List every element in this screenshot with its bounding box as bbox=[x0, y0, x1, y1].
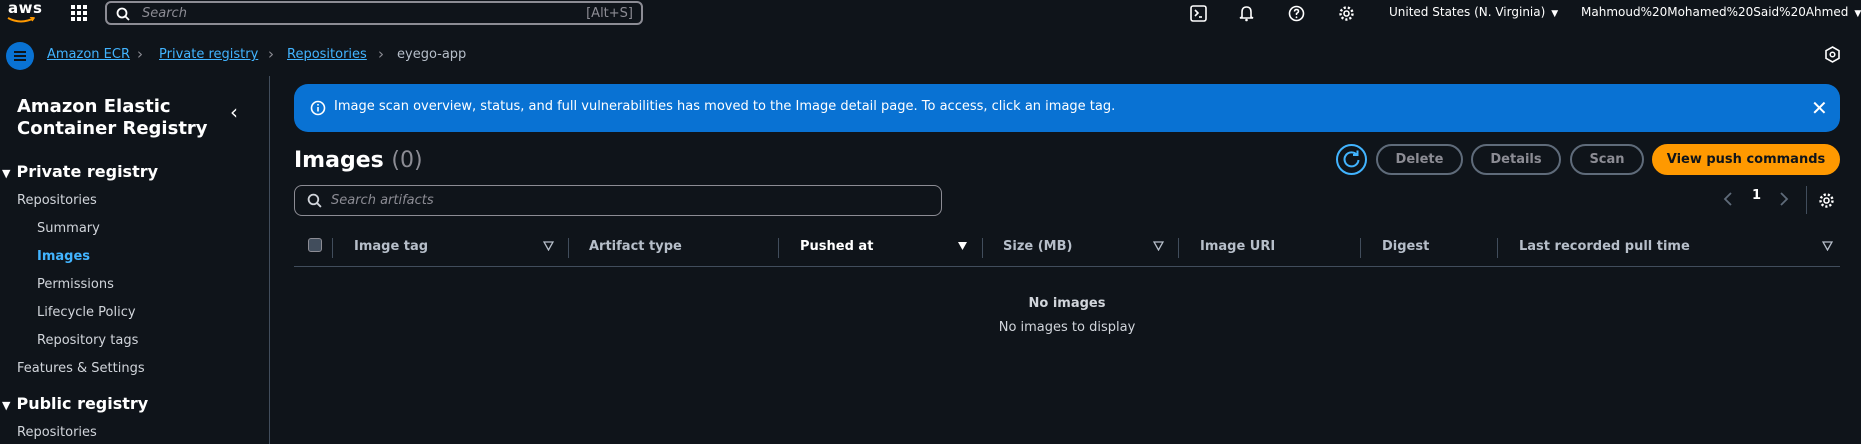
breadcrumb-repositories[interactable]: Repositories bbox=[287, 47, 367, 62]
region-label: United States (N. Virginia) bbox=[1389, 5, 1546, 19]
chevron-right-icon: › bbox=[137, 45, 143, 63]
service-title[interactable]: Amazon Elastic Container Registry bbox=[17, 96, 217, 140]
divider bbox=[1806, 186, 1807, 214]
sort-icon[interactable] bbox=[543, 241, 554, 251]
breadcrumb-amazon-ecr[interactable]: Amazon ECR bbox=[47, 47, 130, 62]
top-navigation: aws Search [Alt+S] United States (N. Vir… bbox=[0, 0, 1861, 27]
view-push-commands-button[interactable]: View push commands bbox=[1652, 144, 1840, 175]
bell-icon[interactable] bbox=[1238, 5, 1255, 22]
sidebar-item-repositories[interactable]: Repositories bbox=[17, 193, 97, 208]
info-icon bbox=[310, 100, 326, 116]
search-icon bbox=[116, 7, 130, 21]
sidebar-item-features-settings[interactable]: Features & Settings bbox=[17, 361, 145, 376]
refresh-button[interactable] bbox=[1336, 144, 1367, 175]
images-count: (0) bbox=[391, 148, 423, 173]
column-size[interactable]: Size (MB) bbox=[1003, 239, 1072, 254]
caret-down-icon: ▼ bbox=[1551, 9, 1559, 19]
global-search-input[interactable]: Search [Alt+S] bbox=[105, 1, 643, 25]
page-number[interactable]: 1 bbox=[1752, 188, 1761, 203]
sort-icon[interactable] bbox=[1153, 241, 1164, 251]
search-placeholder: Search bbox=[142, 6, 187, 21]
navigation-menu-button[interactable] bbox=[6, 42, 34, 70]
page-title: Images (0) bbox=[294, 148, 423, 173]
caret-down-icon: ▼ bbox=[1854, 9, 1861, 19]
aws-logo[interactable]: aws bbox=[4, 0, 42, 27]
empty-state-subtitle: No images to display bbox=[998, 320, 1136, 335]
sort-descending-icon[interactable] bbox=[957, 241, 968, 251]
section-public-registry[interactable]: ▼ Public registry bbox=[0, 394, 148, 413]
artifact-search-input[interactable]: Search artifacts bbox=[294, 185, 942, 216]
column-image-uri[interactable]: Image URI bbox=[1200, 239, 1275, 254]
breadcrumb-private-registry[interactable]: Private registry bbox=[159, 47, 258, 62]
breadcrumb-link[interactable]: Amazon ECR bbox=[47, 47, 130, 62]
chevron-right-icon: › bbox=[378, 45, 384, 63]
refresh-icon bbox=[1343, 150, 1360, 168]
images-table-header: Image tag Artifact type Pushed at Size (… bbox=[294, 230, 1840, 267]
settings-gear-icon[interactable] bbox=[1818, 192, 1835, 209]
search-placeholder: Search artifacts bbox=[331, 193, 434, 208]
sidebar-item-summary[interactable]: Summary bbox=[37, 221, 100, 236]
chevron-right-icon: › bbox=[268, 45, 274, 63]
caret-down-icon: ▼ bbox=[2, 167, 11, 180]
info-flash-banner: Image scan overview, status, and full vu… bbox=[294, 84, 1840, 132]
column-artifact-type[interactable]: Artifact type bbox=[589, 239, 682, 254]
sidebar-item-lifecycle-policy[interactable]: Lifecycle Policy bbox=[37, 305, 136, 320]
sidebar-item-images[interactable]: Images bbox=[37, 249, 90, 264]
chevron-left-icon[interactable] bbox=[1722, 191, 1734, 207]
breadcrumb-link[interactable]: Private registry bbox=[159, 47, 258, 62]
aws-logo-text: aws bbox=[8, 0, 43, 17]
column-image-tag[interactable]: Image tag bbox=[354, 239, 428, 254]
caret-down-icon: ▼ bbox=[2, 399, 11, 412]
gear-icon[interactable] bbox=[1338, 5, 1355, 22]
search-shortcut: [Alt+S] bbox=[586, 6, 633, 21]
select-all-checkbox[interactable] bbox=[308, 238, 322, 252]
flash-message: Image scan overview, status, and full vu… bbox=[334, 99, 1116, 114]
details-button[interactable]: Details bbox=[1471, 144, 1561, 175]
search-icon bbox=[307, 193, 322, 208]
breadcrumb-current: eyego-app bbox=[397, 47, 467, 62]
sidebar-item-public-repositories[interactable]: Repositories bbox=[17, 425, 97, 440]
section-label: Public registry bbox=[16, 394, 149, 413]
user-label: Mahmoud%20Mohamed%20Said%20Ahmed bbox=[1581, 5, 1849, 19]
column-last-pull-time[interactable]: Last recorded pull time bbox=[1519, 239, 1690, 254]
apps-grid-icon[interactable] bbox=[71, 5, 87, 21]
column-pushed-at[interactable]: Pushed at bbox=[800, 239, 873, 254]
scan-button[interactable]: Scan bbox=[1570, 144, 1644, 175]
sort-icon[interactable] bbox=[1822, 241, 1833, 251]
section-label: Private registry bbox=[16, 162, 159, 181]
chevron-right-icon[interactable] bbox=[1778, 191, 1790, 207]
sidebar-item-permissions[interactable]: Permissions bbox=[37, 277, 114, 292]
close-sidebar-icon[interactable]: ‹ bbox=[230, 100, 238, 124]
close-icon[interactable]: ✕ bbox=[1811, 96, 1828, 120]
column-digest[interactable]: Digest bbox=[1382, 239, 1429, 254]
side-navigation: Amazon Elastic Container Registry ‹ ▼ Pri… bbox=[0, 76, 270, 444]
feedback-icon[interactable] bbox=[1824, 46, 1841, 63]
section-private-registry[interactable]: ▼ Private registry bbox=[0, 162, 158, 181]
cloudshell-icon[interactable] bbox=[1190, 5, 1207, 22]
region-selector[interactable]: United States (N. Virginia) ▼ bbox=[1389, 5, 1558, 19]
empty-state-title: No images bbox=[1028, 296, 1106, 311]
sidebar-item-repository-tags[interactable]: Repository tags bbox=[37, 333, 138, 348]
breadcrumb-link[interactable]: Repositories bbox=[287, 47, 367, 62]
page-title-text: Images bbox=[294, 148, 384, 173]
help-icon[interactable] bbox=[1288, 5, 1305, 22]
delete-button[interactable]: Delete bbox=[1376, 144, 1463, 175]
account-menu[interactable]: Mahmoud%20Mohamed%20Said%20Ahmed ▼ bbox=[1581, 5, 1861, 19]
